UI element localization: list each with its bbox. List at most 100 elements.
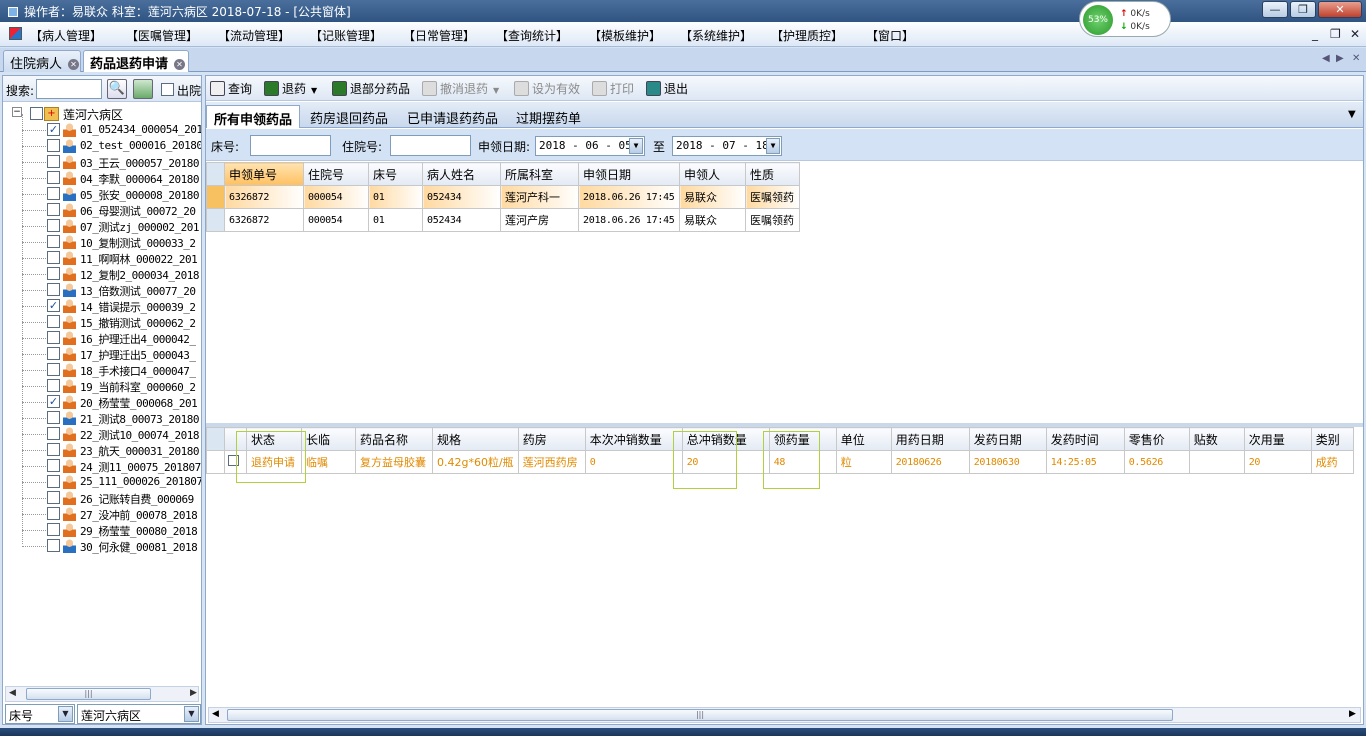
patient-row[interactable]: 27_没冲前_00078_2018 xyxy=(3,506,201,522)
column-header[interactable]: 住院号 xyxy=(303,162,369,186)
patient-row[interactable]: 26_记账转自费_000069 xyxy=(3,490,201,506)
patient-checkbox[interactable] xyxy=(47,139,60,152)
tab-scroll-right-icon[interactable]: ▶ xyxy=(1336,53,1344,64)
patient-checkbox[interactable] xyxy=(47,443,60,456)
toolbar-button-partial-return[interactable]: 退部分药品 xyxy=(332,80,410,97)
column-header[interactable]: 本次冲销数量 xyxy=(584,427,683,451)
toolbar-button-search[interactable]: 查询 xyxy=(210,80,252,97)
mdi-restore-button[interactable]: ❐ xyxy=(1330,27,1341,41)
patient-row[interactable]: 06_母婴测试_00072_20 xyxy=(3,202,201,218)
patient-row[interactable]: 22_测试10_00074_2018 xyxy=(3,426,201,442)
patient-row[interactable]: 07_测试zj_000002_201 xyxy=(3,218,201,234)
patient-row[interactable]: 17_护理迁出5_000043_ xyxy=(3,346,201,362)
patient-row[interactable]: 21_测试8_00073_20180 xyxy=(3,410,201,426)
patient-row[interactable]: 29_杨莹莹_00080_2018 xyxy=(3,522,201,538)
main-horizontal-scrollbar[interactable]: ◀ ||| ▶ xyxy=(208,707,1361,723)
close-tab-icon[interactable]: ✕ xyxy=(174,59,186,70)
tab-return-applied[interactable]: 已申请退药药品 xyxy=(400,105,505,128)
patient-checkbox[interactable] xyxy=(47,219,60,232)
doc-tab-drug-return[interactable]: 药品退药申请 ✕ xyxy=(83,50,189,72)
patient-checkbox[interactable] xyxy=(47,523,60,536)
column-header[interactable]: 申领人 xyxy=(679,162,746,186)
patient-row[interactable]: 15_撤销测试_000062_2 xyxy=(3,314,201,330)
patient-row[interactable]: 05_张安_000008_20180 xyxy=(3,186,201,202)
column-header[interactable]: 零售价 xyxy=(1123,427,1190,451)
tab-all-requested[interactable]: 所有申领药品 xyxy=(206,105,301,128)
patient-checkbox[interactable] xyxy=(47,475,60,488)
patient-row[interactable]: 23_航天_000031_20180 xyxy=(3,442,201,458)
patient-row[interactable]: 24_测11_00075_201807 xyxy=(3,458,201,474)
menu-nursing-qc[interactable]: 【护理质控】 xyxy=(771,27,843,44)
tab-close-icon[interactable]: ✕ xyxy=(1352,53,1360,64)
patient-checkbox[interactable] xyxy=(47,459,60,472)
column-header[interactable]: 申领单号 xyxy=(224,162,304,186)
app-menu-icon[interactable] xyxy=(9,27,22,40)
column-header[interactable]: 病人姓名 xyxy=(422,162,501,186)
doc-tab-inpatients[interactable]: 住院病人 ✕ xyxy=(3,50,81,72)
chevron-down-icon[interactable]: ▼ xyxy=(58,706,73,722)
search-icon[interactable]: 🔍 xyxy=(107,79,127,99)
patient-row[interactable]: ✓ 20_杨莹莹_000068_201 xyxy=(3,394,201,410)
table-row[interactable]: 6326872 000054 01 052434 莲河产科一 2018.06.26 17:… xyxy=(206,185,800,209)
discharged-checkbox[interactable] xyxy=(161,83,174,96)
search-input[interactable] xyxy=(36,79,102,99)
patient-checkbox[interactable] xyxy=(47,491,60,504)
patient-row[interactable]: ✓ 14_错误提示_000039_2 xyxy=(3,298,201,314)
scroll-left-icon[interactable]: ◀ xyxy=(212,709,219,719)
patient-checkbox[interactable] xyxy=(47,411,60,424)
column-header[interactable]: 药品名称 xyxy=(355,427,433,451)
toolbar-button-printer[interactable]: 打印 xyxy=(592,80,634,97)
toolbar-button-exit[interactable]: 退出 xyxy=(646,80,688,97)
menu-flow[interactable]: 【流动管理】 xyxy=(218,27,290,44)
patient-checkbox[interactable]: ✓ xyxy=(47,395,60,408)
menu-patient[interactable]: 【病人管理】 xyxy=(30,27,102,44)
bed-input[interactable] xyxy=(250,135,331,156)
scroll-thumb[interactable]: ||| xyxy=(26,688,151,700)
maximize-button[interactable]: ❐ xyxy=(1290,1,1316,18)
date-from-picker[interactable]: 2018 - 06 - 05 ▼ xyxy=(535,136,645,156)
toolbar-button-undo[interactable]: 撤消退药 ▼ xyxy=(422,80,499,97)
column-header[interactable]: 发药日期 xyxy=(968,427,1047,451)
patient-checkbox[interactable] xyxy=(47,331,60,344)
patient-row[interactable]: 10_复制测试_000033_2 xyxy=(3,234,201,250)
scroll-right-icon[interactable]: ▶ xyxy=(1349,709,1356,719)
menu-daily[interactable]: 【日常管理】 xyxy=(403,27,475,44)
column-header[interactable]: 药房 xyxy=(517,427,586,451)
patient-row[interactable]: 19_当前科室_000060_2 xyxy=(3,378,201,394)
patient-row[interactable]: 02_test_000016_20180 xyxy=(3,138,201,154)
patient-row[interactable]: 13_倍数测试_00077_20 xyxy=(3,282,201,298)
patient-row[interactable]: 03_王云_000057_20180 xyxy=(3,154,201,170)
patient-row[interactable]: 30_何永健_00081_2018 xyxy=(3,538,201,554)
menu-window[interactable]: 【窗口】 xyxy=(866,27,914,44)
patient-checkbox[interactable] xyxy=(47,155,60,168)
table-row[interactable]: 6326872 000054 01 052434 莲河产房 2018.06.26 17:4… xyxy=(206,208,800,232)
column-header[interactable]: 类别 xyxy=(1310,427,1354,451)
tab-pharmacy-returned[interactable]: 药房退回药品 xyxy=(303,105,395,128)
patient-checkbox[interactable] xyxy=(47,315,60,328)
row-indicator[interactable] xyxy=(206,450,225,474)
column-header[interactable]: 规格 xyxy=(432,427,519,451)
patient-checkbox[interactable] xyxy=(47,187,60,200)
patient-checkbox[interactable] xyxy=(47,171,60,184)
chevron-down-icon[interactable]: ▼ xyxy=(493,86,499,95)
patient-checkbox[interactable] xyxy=(47,283,60,296)
column-header[interactable]: 次用量 xyxy=(1243,427,1312,451)
column-header[interactable]: 床号 xyxy=(368,162,423,186)
column-header[interactable]: 申领日期 xyxy=(578,162,680,186)
chevron-down-icon[interactable]: ▼ xyxy=(766,138,780,154)
column-header[interactable]: 贴数 xyxy=(1188,427,1245,451)
column-header[interactable]: 长临 xyxy=(301,427,356,451)
patient-checkbox[interactable] xyxy=(47,235,60,248)
menu-orders[interactable]: 【医嘱管理】 xyxy=(126,27,198,44)
toolbar-button-return[interactable]: 退药 ▼ xyxy=(264,80,317,97)
menu-query[interactable]: 【查询统计】 xyxy=(496,27,568,44)
row-indicator[interactable] xyxy=(206,185,225,209)
tree-root[interactable]: − + 莲河六病区 xyxy=(3,106,201,122)
patient-row[interactable]: 16_护理迁出4_000042_ xyxy=(3,330,201,346)
scroll-thumb[interactable]: ||| xyxy=(227,709,1173,721)
patient-checkbox[interactable] xyxy=(47,539,60,552)
chevron-down-icon[interactable]: ▼ xyxy=(311,86,317,95)
patient-row[interactable]: 04_李默_000064_20180 xyxy=(3,170,201,186)
patient-row[interactable]: 12_复制2_000034_2018 xyxy=(3,266,201,282)
menu-billing[interactable]: 【记账管理】 xyxy=(310,27,382,44)
